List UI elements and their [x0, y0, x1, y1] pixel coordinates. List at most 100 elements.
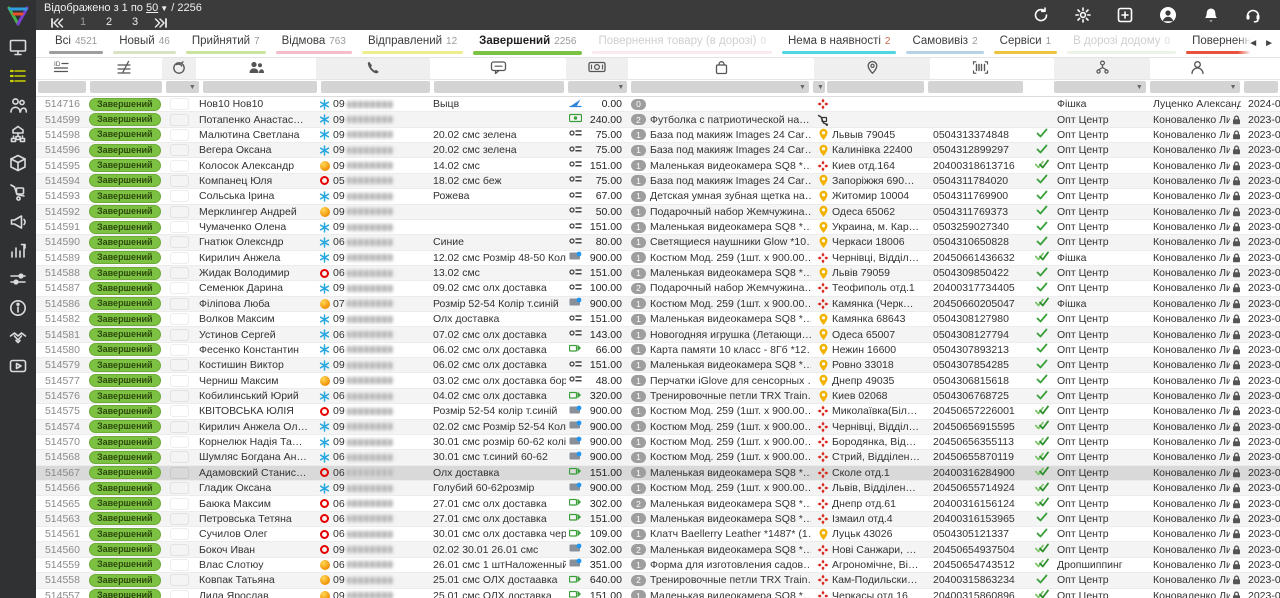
order-row[interactable]: 514580ЗавершенийФесенко Константин0606.0…: [36, 343, 1280, 358]
sidebar-item-org[interactable]: [0, 122, 36, 151]
page-number-3[interactable]: 3: [122, 16, 148, 29]
sidebar-item-sliders[interactable]: [0, 267, 36, 296]
column-header-status[interactable]: [86, 58, 162, 79]
sidebar-item-box[interactable]: [0, 151, 36, 180]
order-row[interactable]: 514558ЗавершенийКовпак Татьяна0925.01 см…: [36, 573, 1280, 588]
sidebar-item-video[interactable]: [0, 354, 36, 383]
sidebar-item-cart[interactable]: [0, 180, 36, 209]
column-header-comment[interactable]: [430, 58, 566, 79]
column-header-flag[interactable]: [162, 58, 196, 79]
tab-9[interactable]: Самовивіз2: [901, 30, 988, 57]
column-header-id[interactable]: ID: [36, 58, 86, 79]
avatar-icon[interactable]: [1158, 5, 1178, 25]
tabs-scroll-left-icon[interactable]: ◄: [1248, 38, 1258, 49]
order-row[interactable]: 514716ЗавершенийНов10 Нов1009Выцв0.000Фі…: [36, 97, 1280, 112]
order-row[interactable]: 514570ЗавершенийКорнелюк Надія Та…0930.0…: [36, 435, 1280, 450]
tab-2[interactable]: Новый46: [108, 30, 181, 57]
order-row[interactable]: 514561ЗавершенийСучилов Олег0630.01 смс …: [36, 527, 1280, 542]
order-row[interactable]: 514563ЗавершенийПетровська Тетяна0627.01…: [36, 512, 1280, 527]
order-row[interactable]: 514599ЗавершенийПотапенко Анастас…09240.…: [36, 112, 1280, 127]
order-row[interactable]: 514567ЗавершенийАдамовский Станис…06Олх …: [36, 466, 1280, 481]
filter-select-carrier[interactable]: ▼: [813, 81, 825, 93]
filter-input-id[interactable]: [38, 81, 86, 93]
order-row[interactable]: 514592ЗавершенийМерклингер Андрей0950.00…: [36, 205, 1280, 220]
column-header-pay[interactable]: [566, 58, 628, 79]
last-page-icon[interactable]: [148, 16, 174, 29]
refresh-icon[interactable]: [1032, 6, 1050, 24]
tab-5[interactable]: Відправлений12: [357, 30, 468, 57]
column-header-phone[interactable]: [316, 58, 430, 79]
column-header-manager[interactable]: [1150, 58, 1244, 79]
gear-icon[interactable]: [1074, 6, 1092, 24]
tab-4[interactable]: Відмова763: [271, 30, 357, 57]
tab-7[interactable]: Повернення товару (в дорозі)0: [587, 30, 777, 57]
order-row[interactable]: 514596ЗавершенийВегера Оксана0920.02 смс…: [36, 143, 1280, 158]
first-page-icon[interactable]: [44, 16, 70, 29]
order-row[interactable]: 514559ЗавершенийВлас Слотюу0626.01 смс 1…: [36, 558, 1280, 573]
filter-select-channel[interactable]: ▼: [1054, 81, 1146, 93]
column-header-delivery[interactable]: [814, 58, 930, 79]
order-row[interactable]: 514577ЗавершенийЧерниш Максим0903.02 смс…: [36, 373, 1280, 388]
order-row[interactable]: 514579ЗавершенийКостишин Виктор0906.02 с…: [36, 358, 1280, 373]
order-row[interactable]: 514560ЗавершенийБокоч Иван0902.02 30.01 …: [36, 542, 1280, 557]
filter-select-manager[interactable]: ▼: [1150, 81, 1240, 93]
column-header-name[interactable]: [196, 58, 316, 79]
app-logo-icon[interactable]: [5, 3, 31, 29]
filter-input-comment[interactable]: [434, 81, 564, 93]
sidebar-item-chart[interactable]: [0, 238, 36, 267]
sidebar-item-monitor[interactable]: [0, 35, 36, 64]
filter-input-delivery[interactable]: [827, 81, 924, 93]
order-row[interactable]: 514565ЗавершенийБаюка Максим0627.01 смс …: [36, 496, 1280, 511]
tab-1[interactable]: Всі4521: [44, 30, 108, 57]
page-number-1[interactable]: 1: [70, 16, 96, 29]
chevron-down-icon[interactable]: ▼: [160, 4, 168, 13]
order-row[interactable]: 514594ЗавершенийКомпанец Юля0518.02 смс …: [36, 174, 1280, 189]
order-row[interactable]: 514588ЗавершенийЖидак Володимир0613.02 с…: [36, 266, 1280, 281]
tabs-scroll-right-icon[interactable]: ►: [1264, 38, 1274, 49]
filter-input-name[interactable]: [203, 81, 318, 93]
column-header-product[interactable]: [628, 58, 814, 79]
order-row[interactable]: 514586ЗавершенийФіліпова Люба07Розмір 52…: [36, 297, 1280, 312]
page-size-select[interactable]: 50: [146, 2, 158, 14]
order-row[interactable]: 514557ЗавершенийЛила Ярослав0925.01 смс …: [36, 589, 1280, 598]
filter-select-product[interactable]: ▼: [631, 81, 809, 93]
order-row[interactable]: 514589ЗавершенийКирилич Анжела0912.02 см…: [36, 251, 1280, 266]
column-header-channel[interactable]: [1054, 58, 1150, 79]
order-row[interactable]: 514593ЗавершенийСольська Ірина09Рожева67…: [36, 189, 1280, 204]
sidebar-item-list[interactable]: [0, 64, 36, 93]
order-row[interactable]: 514582ЗавершенийВолков Максим09Олх доста…: [36, 312, 1280, 327]
order-row[interactable]: 514598ЗавершенийМалютина Светлана0920.02…: [36, 128, 1280, 143]
page-number-2[interactable]: 2: [96, 16, 122, 29]
tab-3[interactable]: Прийнятий7: [181, 30, 271, 57]
order-row[interactable]: 514587ЗавершенийСеменюк Дарина0909.02 см…: [36, 281, 1280, 296]
order-row[interactable]: 514595ЗавершенийКолосок Александр0914.02…: [36, 158, 1280, 173]
sidebar-item-handshake[interactable]: [0, 325, 36, 354]
order-row[interactable]: 514566ЗавершенийГладик Оксана09Голубий 6…: [36, 481, 1280, 496]
tab-6[interactable]: Завершений2256: [468, 30, 587, 57]
sidebar-item-users[interactable]: [0, 93, 36, 122]
order-row[interactable]: 514591ЗавершенийЧумаченко Олена09151.001…: [36, 220, 1280, 235]
column-header-date[interactable]: [1244, 58, 1280, 79]
support-icon[interactable]: [1244, 6, 1262, 24]
column-header-check[interactable]: [1030, 58, 1054, 79]
filter-input-ttn[interactable]: [928, 81, 1024, 93]
filter-input-phone[interactable]: [321, 81, 430, 93]
filter-input-date[interactable]: [1244, 81, 1278, 93]
add-order-icon[interactable]: [1116, 6, 1134, 24]
sidebar-item-megaphone[interactable]: [0, 209, 36, 238]
tab-11[interactable]: В дорозі додому0: [1062, 30, 1181, 57]
bell-icon[interactable]: [1202, 6, 1220, 24]
order-row[interactable]: 514568ЗавершенийШумляс Богдана Ан…0630.0…: [36, 450, 1280, 465]
tab-8[interactable]: Нема в наявності2: [777, 30, 901, 57]
column-header-ttn[interactable]: [930, 58, 1030, 79]
filter-input-status[interactable]: [90, 81, 163, 93]
sidebar-item-info[interactable]: [0, 296, 36, 325]
filter-select-pay[interactable]: ▼: [568, 81, 627, 93]
filter-select-flag[interactable]: ▼: [166, 81, 198, 93]
order-row[interactable]: 514575ЗавершенийКВІТОВСЬКА ЮЛІЯ09Розмір …: [36, 404, 1280, 419]
order-row[interactable]: 514574ЗавершенийКирилич Анжела Ол…0902.0…: [36, 420, 1280, 435]
order-row[interactable]: 514590ЗавершенийГнатюк Олексндр06Синие80…: [36, 235, 1280, 250]
tab-10[interactable]: Сервіси1: [989, 30, 1063, 57]
order-row[interactable]: 514581ЗавершенийУстинов Сергей0607.02 см…: [36, 327, 1280, 342]
order-row[interactable]: 514576ЗавершенийКобилинський Юрий0604.02…: [36, 389, 1280, 404]
